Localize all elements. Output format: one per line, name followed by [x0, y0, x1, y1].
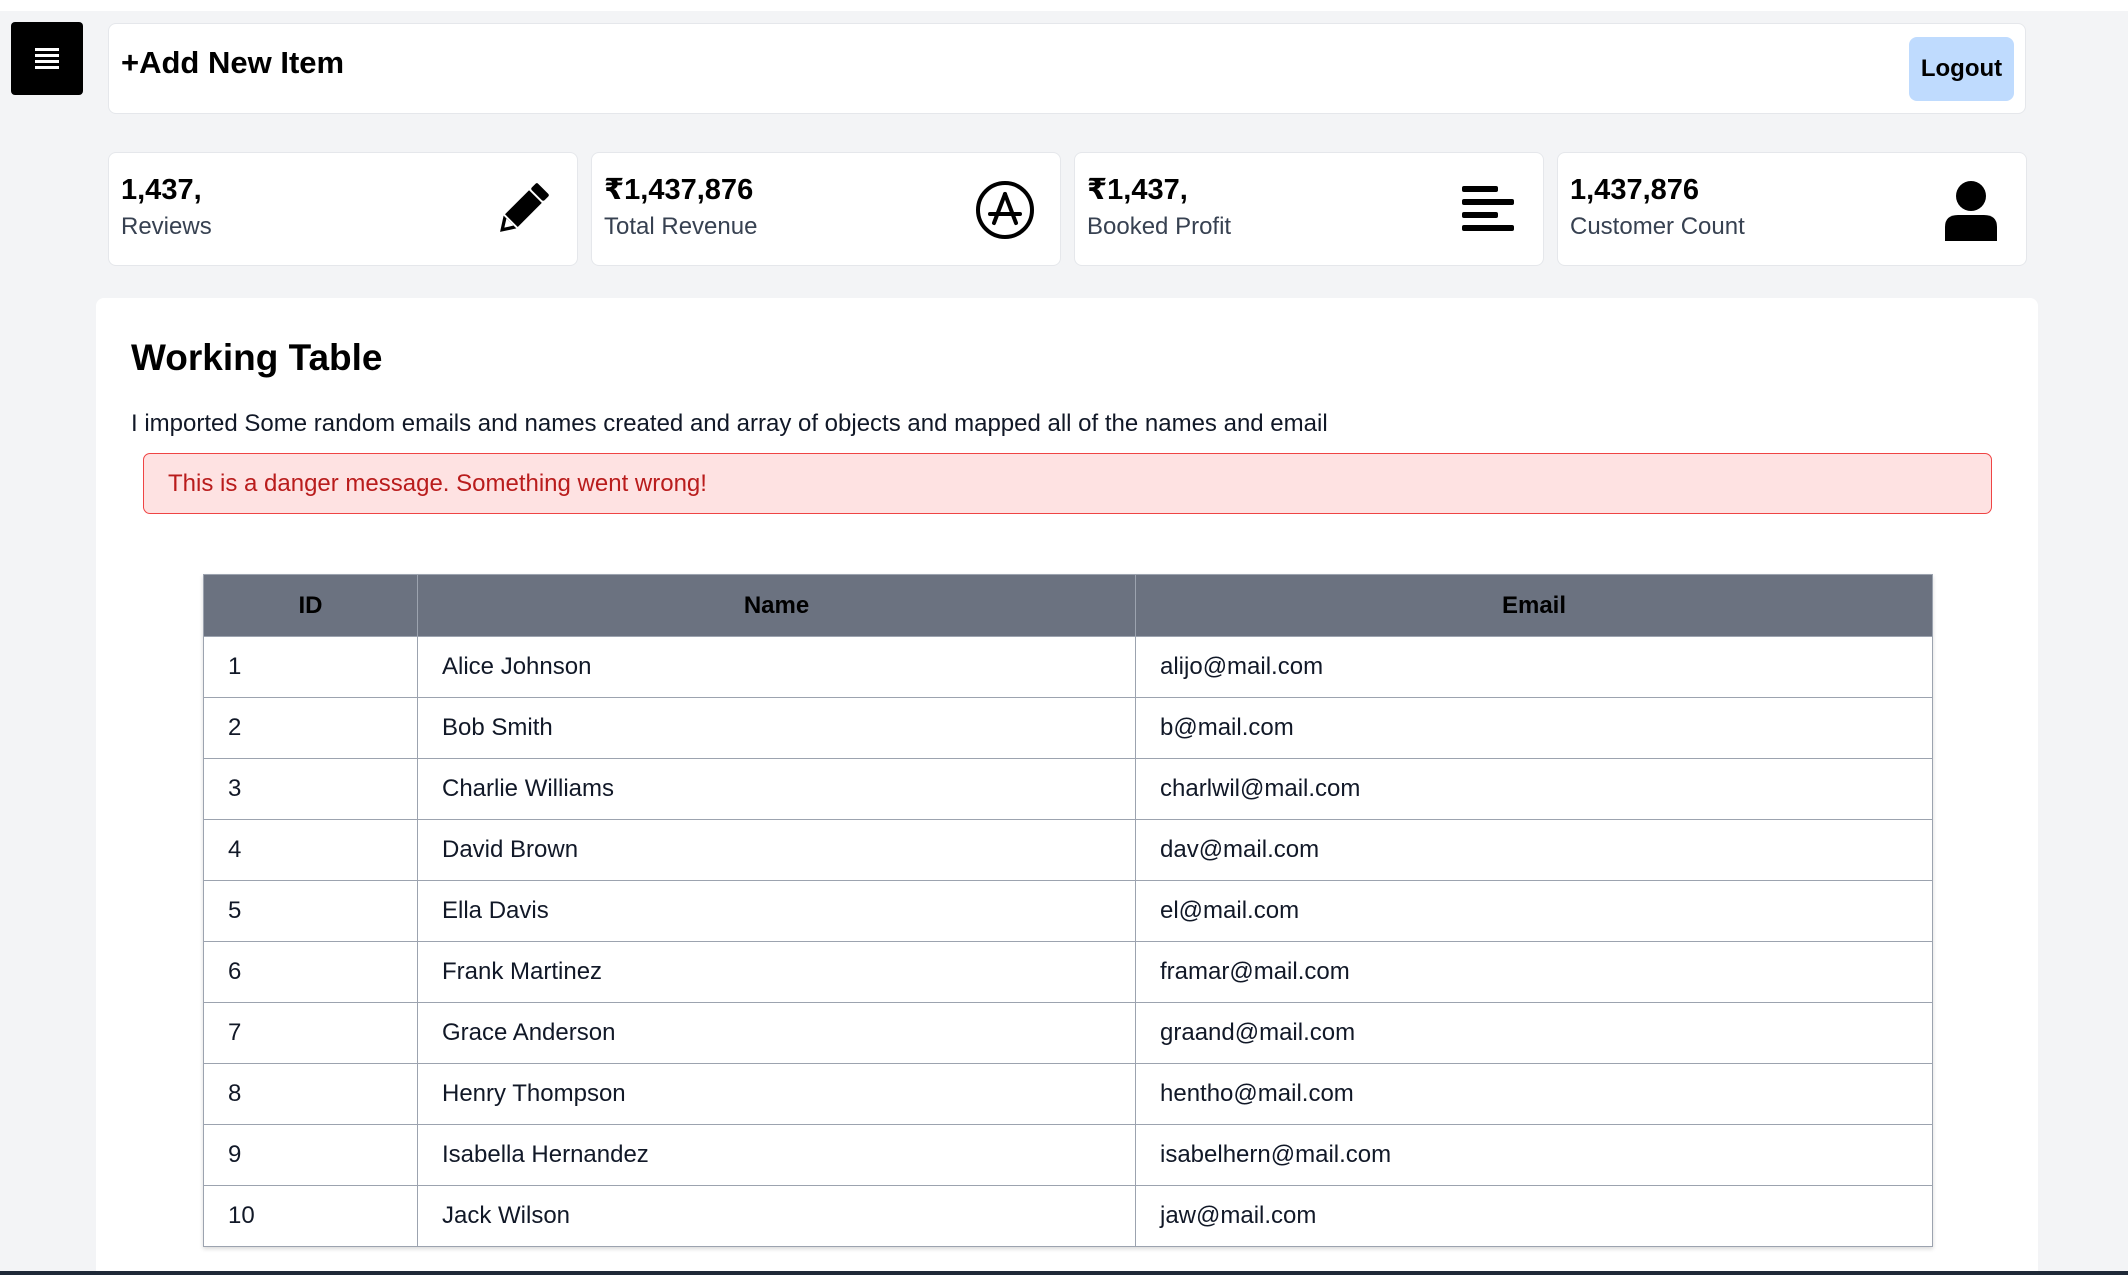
cell-email: isabelhern@mail.com	[1135, 1124, 1933, 1186]
stats-row: 1,437, Reviews ₹1,437,876 Total Revenue	[108, 152, 2027, 266]
pencil-icon	[489, 177, 555, 243]
table-header-row: ID Name Email	[203, 574, 1933, 637]
stat-card-booked-profit: ₹1,437, Booked Profit	[1074, 152, 1544, 266]
cell-id: 9	[203, 1124, 418, 1186]
table-row[interactable]: 4 David Brown dav@mail.com	[203, 819, 1933, 881]
cell-name: Henry Thompson	[417, 1063, 1136, 1125]
page-title: Working Table	[131, 337, 383, 378]
cell-email: b@mail.com	[1135, 697, 1933, 759]
column-header-id[interactable]: ID	[203, 574, 418, 637]
cell-email: graand@mail.com	[1135, 1002, 1933, 1064]
table-row[interactable]: 5 Ella Davis el@mail.com	[203, 880, 1933, 942]
app-store-icon	[972, 177, 1038, 243]
cell-email: alijo@mail.com	[1135, 636, 1933, 698]
stat-card-total-revenue: ₹1,437,876 Total Revenue	[591, 152, 1061, 266]
stat-card-reviews: 1,437, Reviews	[108, 152, 578, 266]
users-table: ID Name Email 1 Alice Johnson alijo@mail…	[203, 574, 1933, 1247]
stat-card-customer-count: 1,437,876 Customer Count	[1557, 152, 2027, 266]
table-row[interactable]: 3 Charlie Williams charlwil@mail.com	[203, 758, 1933, 820]
cell-name: Frank Martinez	[417, 941, 1136, 1003]
cell-id: 5	[203, 880, 418, 942]
cell-id: 3	[203, 758, 418, 820]
stat-value: ₹1,437,	[1087, 174, 1188, 206]
cell-email: el@mail.com	[1135, 880, 1933, 942]
top-header: +Add New Item Logout	[108, 23, 2026, 114]
cell-id: 6	[203, 941, 418, 1003]
add-new-item-button[interactable]: +Add New Item	[121, 44, 344, 81]
table-row[interactable]: 1 Alice Johnson alijo@mail.com	[203, 636, 1933, 698]
column-header-email[interactable]: Email	[1135, 574, 1933, 637]
table-row[interactable]: 2 Bob Smith b@mail.com	[203, 697, 1933, 759]
danger-alert: This is a danger message. Something went…	[143, 453, 1992, 514]
panel-description: I imported Some random emails and names …	[131, 410, 1328, 437]
bottom-border	[0, 1271, 2128, 1275]
alert-message: This is a danger message. Something went…	[168, 469, 707, 497]
cell-email: hentho@mail.com	[1135, 1063, 1933, 1125]
stat-label: Customer Count	[1570, 213, 1745, 240]
stat-value: ₹1,437,876	[604, 174, 754, 206]
cell-name: Grace Anderson	[417, 1002, 1136, 1064]
user-icon	[1938, 177, 2004, 243]
cell-id: 1	[203, 636, 418, 698]
cell-email: framar@mail.com	[1135, 941, 1933, 1003]
cell-id: 2	[203, 697, 418, 759]
stat-label: Reviews	[121, 213, 212, 240]
cell-name: Ella Davis	[417, 880, 1136, 942]
cell-name: Jack Wilson	[417, 1185, 1136, 1247]
stat-value: 1,437,876	[1570, 174, 1700, 206]
cell-email: jaw@mail.com	[1135, 1185, 1933, 1247]
menu-toggle-button[interactable]	[11, 22, 83, 95]
hamburger-menu-icon	[35, 47, 59, 69]
stat-label: Total Revenue	[604, 213, 758, 240]
cell-id: 8	[203, 1063, 418, 1125]
cell-name: Alice Johnson	[417, 636, 1136, 698]
table-row[interactable]: 7 Grace Anderson graand@mail.com	[203, 1002, 1933, 1064]
cell-name: Charlie Williams	[417, 758, 1136, 820]
cell-id: 7	[203, 1002, 418, 1064]
stat-value: 1,437,	[121, 174, 202, 206]
dashboard-page: +Add New Item Logout 1,437, Reviews ₹1,4…	[0, 0, 2128, 1275]
cell-name: David Brown	[417, 819, 1136, 881]
table-row[interactable]: 6 Frank Martinez framar@mail.com	[203, 941, 1933, 1003]
cell-email: charlwil@mail.com	[1135, 758, 1933, 820]
cell-email: dav@mail.com	[1135, 819, 1933, 881]
table-row[interactable]: 10 Jack Wilson jaw@mail.com	[203, 1185, 1933, 1247]
cell-name: Bob Smith	[417, 697, 1136, 759]
top-strip	[0, 0, 2128, 11]
logout-button[interactable]: Logout	[1909, 37, 2014, 101]
column-header-name[interactable]: Name	[417, 574, 1136, 637]
table-row[interactable]: 8 Henry Thompson hentho@mail.com	[203, 1063, 1933, 1125]
stat-label: Booked Profit	[1087, 213, 1232, 240]
align-left-icon	[1455, 177, 1521, 243]
working-table-panel: Working Table I imported Some random ema…	[96, 298, 2038, 1275]
cell-id: 4	[203, 819, 418, 881]
cell-name: Isabella Hernandez	[417, 1124, 1136, 1186]
cell-id: 10	[203, 1185, 418, 1247]
table-row[interactable]: 9 Isabella Hernandez isabelhern@mail.com	[203, 1124, 1933, 1186]
